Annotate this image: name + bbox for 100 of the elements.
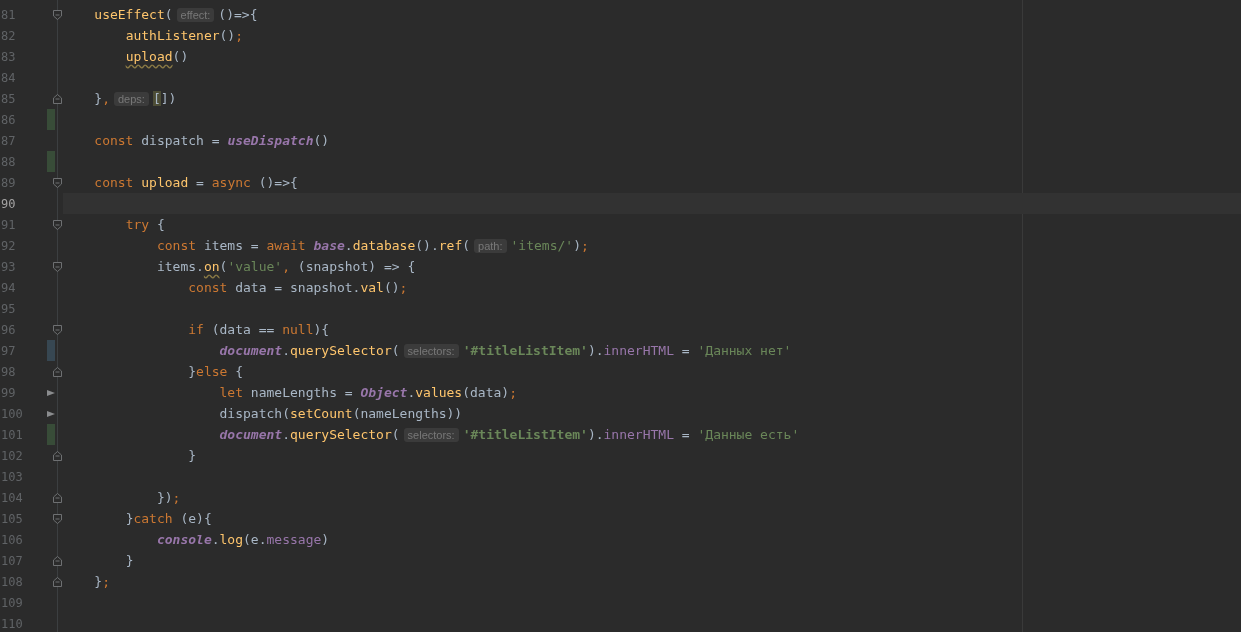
code-token: (e. [243, 532, 267, 547]
code-token: innerHTML [603, 427, 674, 442]
code-token: ()=>{ [258, 175, 298, 190]
parameter-hint: selectors: [403, 427, 459, 442]
code-token: () [172, 49, 189, 64]
line-number: 101 [0, 427, 24, 442]
code-token: dispatch = [141, 133, 221, 148]
fold-icon[interactable] [53, 324, 62, 335]
fold-icon[interactable] [53, 9, 62, 20]
code-token: if [188, 322, 204, 337]
fold-icon[interactable] [53, 492, 62, 503]
fold-icon[interactable] [53, 576, 62, 587]
code-token: querySelector [290, 427, 392, 442]
code-token: ( [219, 259, 228, 274]
fold-icon[interactable] [53, 450, 62, 461]
code-token: 'items/' [510, 238, 574, 253]
code-token: base [313, 238, 345, 253]
line-number: 107 [0, 553, 24, 568]
code-token: let [219, 385, 244, 400]
code-token: (e){ [180, 511, 212, 526]
code-token: message [266, 532, 322, 547]
code-token: = [196, 175, 205, 190]
code-token: ( [391, 343, 400, 358]
code-token: const [188, 280, 228, 295]
code-token: (nameLengths)) [352, 406, 463, 421]
triangle-icon[interactable] [47, 388, 55, 397]
code-token: ). [587, 427, 604, 442]
line-number: 92 [0, 238, 17, 253]
code-token: ( [164, 7, 173, 22]
line-number: 102 [0, 448, 24, 463]
code-token: Object [360, 385, 408, 400]
code-token: (data) [462, 385, 510, 400]
fold-icon[interactable] [53, 177, 62, 188]
code-token: await [266, 238, 307, 253]
code-token: log [219, 532, 244, 547]
fold-icon[interactable] [53, 366, 62, 377]
line-number: 91 [0, 217, 17, 232]
code-token: upload [125, 49, 173, 64]
parameter-hint: effect: [176, 7, 215, 22]
code-token: , [102, 91, 110, 106]
code-token: 'Данных нет' [697, 343, 792, 358]
code-token: console [156, 532, 212, 547]
code-token: (). [415, 238, 439, 253]
line-number: 96 [0, 322, 17, 337]
code-token: ; [102, 574, 110, 589]
code-token: ; [235, 28, 244, 43]
code-token: useEffect [94, 7, 165, 22]
code-token: ref [438, 238, 463, 253]
line-number: 94 [0, 280, 17, 295]
code-token: else [196, 364, 228, 379]
code-token: on [203, 259, 220, 274]
code-token: ) [573, 238, 581, 253]
line-number: 87 [0, 133, 17, 148]
code-token: ; [172, 490, 181, 505]
code-token: setCount [290, 406, 353, 421]
code-token: { [156, 217, 165, 232]
code-token: '#titleListItem' [462, 343, 588, 358]
triangle-icon[interactable] [47, 409, 55, 418]
code-token: () [313, 133, 330, 148]
code-token: document [219, 427, 283, 442]
code-token: ; [509, 385, 517, 400]
parameter-hint: deps: [113, 91, 149, 106]
code-token: '#titleListItem' [462, 427, 588, 442]
line-number: 82 [0, 28, 17, 43]
line-number: 109 [0, 595, 24, 610]
fold-icon[interactable] [53, 261, 62, 272]
code-token: dispatch( [219, 406, 290, 421]
code-token: data = snapshot. [235, 280, 361, 295]
code-token: { [235, 364, 244, 379]
code-token: (data == [211, 322, 276, 337]
code-token: 'Данные есть' [697, 427, 800, 442]
fold-icon[interactable] [53, 513, 62, 524]
fold-icon[interactable] [53, 555, 62, 566]
code-token: const [94, 175, 134, 190]
code-token: ; [580, 238, 589, 253]
code-token: val [360, 280, 384, 295]
code-token: ). [587, 343, 604, 358]
code-token: ]) [160, 91, 177, 106]
line-number: 90 [0, 196, 17, 211]
code-token: = [681, 343, 691, 358]
code-token: () [383, 280, 400, 295]
code-token: ()=>{ [218, 7, 258, 22]
line-number: 110 [0, 616, 24, 631]
code-token: } [94, 574, 103, 589]
line-number: 93 [0, 259, 17, 274]
parameter-hint: selectors: [403, 343, 459, 358]
code-token: innerHTML [603, 343, 674, 358]
fold-icon[interactable] [53, 219, 62, 230]
code-token: } [125, 511, 134, 526]
code-token: ( [462, 238, 471, 253]
code-token: . [282, 343, 290, 358]
line-number: 103 [0, 469, 24, 484]
line-number: 89 [0, 175, 17, 190]
fold-icon[interactable] [53, 93, 62, 104]
line-number: 108 [0, 574, 24, 589]
code-token: authListener [125, 28, 220, 43]
code-token: useDispatch [227, 133, 314, 148]
parameter-hint: path: [474, 238, 507, 253]
code-token: try [125, 217, 150, 232]
code-token: . [211, 532, 220, 547]
